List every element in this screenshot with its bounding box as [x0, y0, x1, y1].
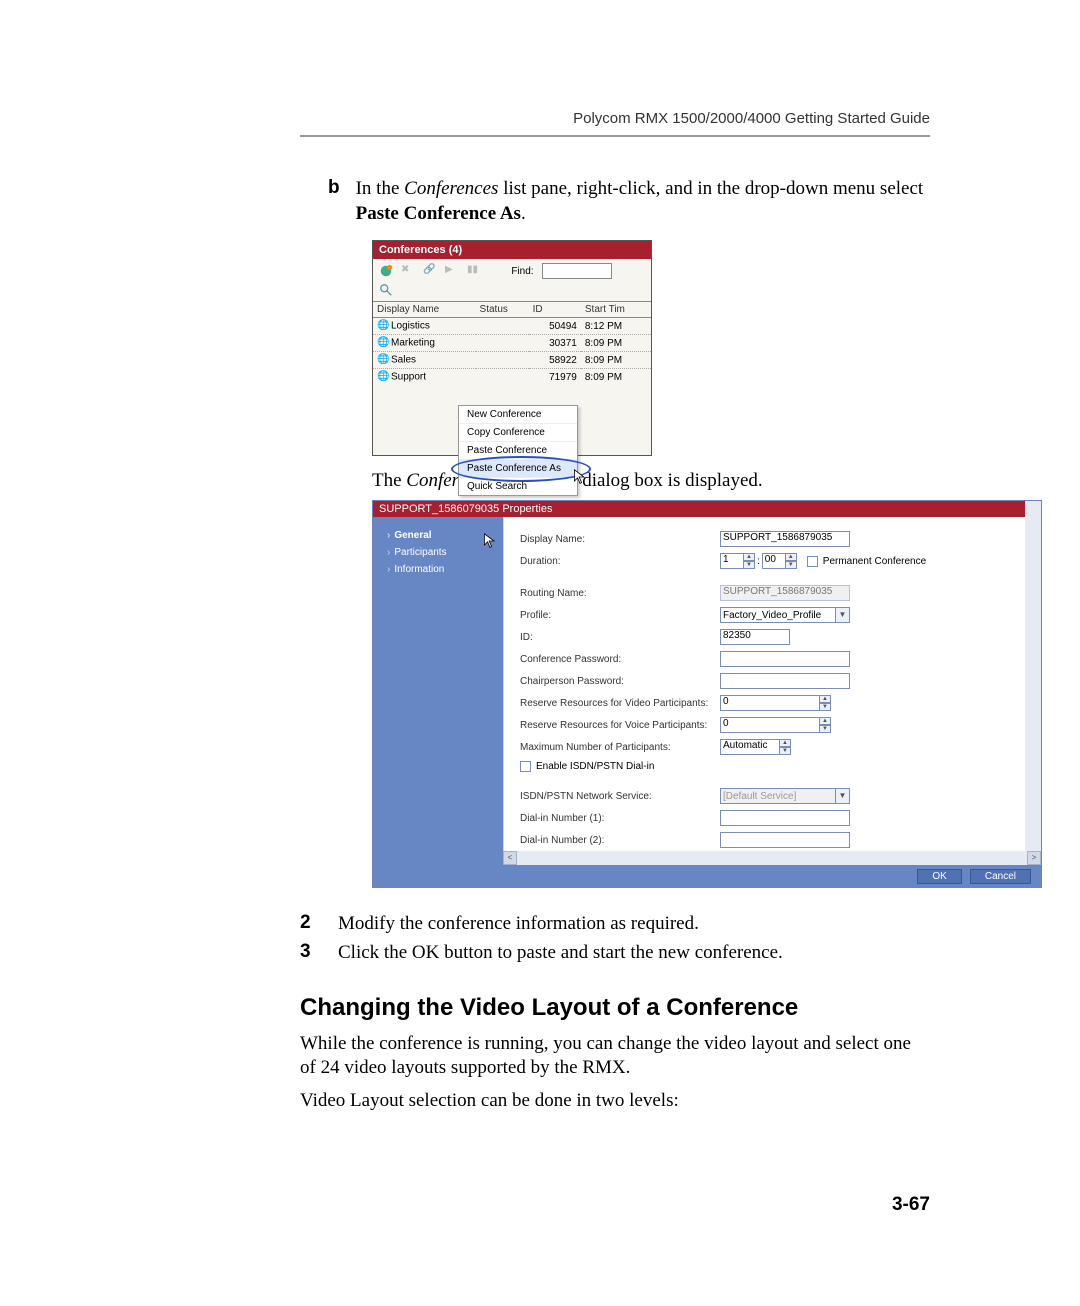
checkbox-enable-isdn[interactable]	[520, 761, 531, 772]
nav-information[interactable]: Information	[373, 561, 503, 578]
table-row[interactable]: 🌐Marketing 30371 8:09 PM	[373, 335, 651, 352]
input-dialin-2[interactable]	[720, 832, 850, 848]
select-profile[interactable]: Factory_Video_Profile▼	[720, 607, 850, 623]
checkbox-permanent[interactable]	[807, 556, 818, 567]
ok-button[interactable]: OK	[917, 869, 961, 884]
menu-paste-conference[interactable]: Paste Conference	[459, 442, 577, 460]
input-max-part[interactable]: Automatic▲▼	[720, 739, 791, 755]
conferences-toolbar: ✖ 🔗 ▶ ▮▮ Find:	[373, 259, 651, 283]
table-row[interactable]: 🌐Sales 58922 8:09 PM	[373, 352, 651, 369]
label-dialin-2: Dial-in Number (2):	[520, 835, 720, 846]
label-id: ID:	[520, 632, 720, 643]
label-res-video: Reserve Resources for Video Participants…	[520, 698, 720, 709]
label-routing-name: Routing Name:	[520, 588, 720, 599]
col-id[interactable]: ID	[529, 302, 581, 318]
input-chair-password[interactable]	[720, 673, 850, 689]
new-conference-icon[interactable]	[379, 264, 393, 278]
page-number: 3-67	[892, 1194, 930, 1216]
table-row[interactable]: 🌐Logistics 50494 8:12 PM	[373, 318, 651, 335]
section-para-1: While the conference is running, you can…	[300, 1032, 930, 1081]
section-para-2: Video Layout selection can be done in tw…	[300, 1089, 930, 1114]
conference-icon: 🌐	[377, 371, 389, 383]
delete-icon: ✖	[401, 264, 415, 278]
table-header: Display Name Status ID Start Tim	[373, 302, 651, 318]
context-menu: New Conference Copy Conference Paste Con…	[458, 405, 578, 496]
cursor-icon	[483, 533, 497, 549]
label-conf-password: Conference Password:	[520, 654, 720, 665]
pause-icon: ▮▮	[467, 264, 481, 278]
ordered-steps: 2 Modify the conference information as r…	[300, 912, 930, 965]
conference-icon: 🌐	[377, 337, 389, 349]
table-row[interactable]: 🌐Support 71979 8:09 PM	[373, 369, 651, 386]
input-duration-h[interactable]: 1▲▼	[720, 553, 755, 569]
chevron-down-icon: ▼	[835, 789, 849, 803]
col-start-time[interactable]: Start Tim	[581, 302, 651, 318]
label-permanent: Permanent Conference	[823, 556, 926, 567]
caption: The Conference Properties dialog box is …	[372, 470, 930, 492]
search-icon[interactable]	[379, 283, 393, 297]
label-display-name: Display Name:	[520, 534, 720, 545]
dialog-footer: OK Cancel	[503, 865, 1041, 887]
input-display-name[interactable]: SUPPORT_1586879035	[720, 531, 850, 547]
input-dialin-1[interactable]	[720, 810, 850, 826]
input-res-video[interactable]: 0▲▼	[720, 695, 831, 711]
label-max-part: Maximum Number of Participants:	[520, 742, 720, 753]
label-enable-isdn: Enable ISDN/PSTN Dial-in	[536, 761, 654, 772]
step-3: 3 Click the OK button to paste and start…	[300, 941, 930, 966]
cancel-button[interactable]: Cancel	[970, 869, 1031, 884]
col-status[interactable]: Status	[476, 302, 529, 318]
play-icon: ▶	[445, 264, 459, 278]
col-display-name[interactable]: Display Name	[373, 302, 476, 318]
label-chair-password: Chairperson Password:	[520, 676, 720, 687]
find-label: Find:	[511, 266, 533, 277]
menu-new-conference[interactable]: New Conference	[459, 406, 577, 424]
chevron-down-icon: ▼	[835, 608, 849, 622]
step-text: Modify the conference information as req…	[338, 912, 699, 937]
dialog-form: Display Name: SUPPORT_1586879035 Duratio…	[503, 517, 1041, 887]
step-2: 2 Modify the conference information as r…	[300, 912, 930, 937]
select-isdn-service: [Default Service]▼	[720, 788, 850, 804]
step-num: 2	[300, 912, 322, 937]
dialog-title: SUPPORT_1586079035 Properties	[379, 503, 552, 515]
menu-quick-search[interactable]: Quick Search	[459, 478, 577, 495]
conferences-panel: Conferences (4) ✖ 🔗 ▶ ▮▮ Find: Display N…	[372, 240, 652, 456]
step-b-text: In the Conferences list pane, right-clic…	[356, 177, 930, 226]
header-rule	[300, 135, 930, 137]
horizontal-scrollbar[interactable]: <>	[503, 851, 1041, 865]
link-icon: 🔗	[423, 264, 437, 278]
step-b-label: b	[328, 177, 340, 226]
dialog-titlebar[interactable]: SUPPORT_1586079035 Properties ×	[373, 501, 1041, 517]
input-res-voice[interactable]: 0▲▼	[720, 717, 831, 733]
input-duration-m[interactable]: 00▲▼	[762, 553, 797, 569]
step-num: 3	[300, 941, 322, 966]
conference-icon: 🌐	[377, 354, 389, 366]
section-heading: Changing the Video Layout of a Conferenc…	[300, 994, 930, 1022]
label-res-voice: Reserve Resources for Voice Participants…	[520, 720, 720, 731]
step-text: Click the OK button to paste and start t…	[338, 941, 783, 966]
label-duration: Duration:	[520, 556, 720, 567]
conference-icon: 🌐	[377, 320, 389, 332]
label-profile: Profile:	[520, 610, 720, 621]
find-input[interactable]	[542, 263, 612, 279]
menu-paste-conference-as[interactable]: Paste Conference As	[459, 460, 577, 478]
input-routing-name: SUPPORT_1586879035	[720, 585, 850, 601]
conference-properties-dialog: SUPPORT_1586079035 Properties × General …	[372, 500, 1042, 888]
label-dialin-1: Dial-in Number (1):	[520, 813, 720, 824]
header-title: Polycom RMX 1500/2000/4000 Getting Start…	[300, 110, 930, 127]
input-id[interactable]: 82350	[720, 629, 790, 645]
step-b: b In the Conferences list pane, right-cl…	[328, 177, 930, 226]
vertical-scrollbar[interactable]	[1025, 501, 1041, 887]
menu-copy-conference[interactable]: Copy Conference	[459, 424, 577, 442]
conferences-title: Conferences (4)	[373, 241, 651, 259]
conferences-table: Display Name Status ID Start Tim 🌐Logist…	[373, 301, 651, 385]
dialog-nav: General Participants Information	[373, 517, 503, 887]
label-isdn-service: ISDN/PSTN Network Service:	[520, 791, 720, 802]
input-conf-password[interactable]	[720, 651, 850, 667]
